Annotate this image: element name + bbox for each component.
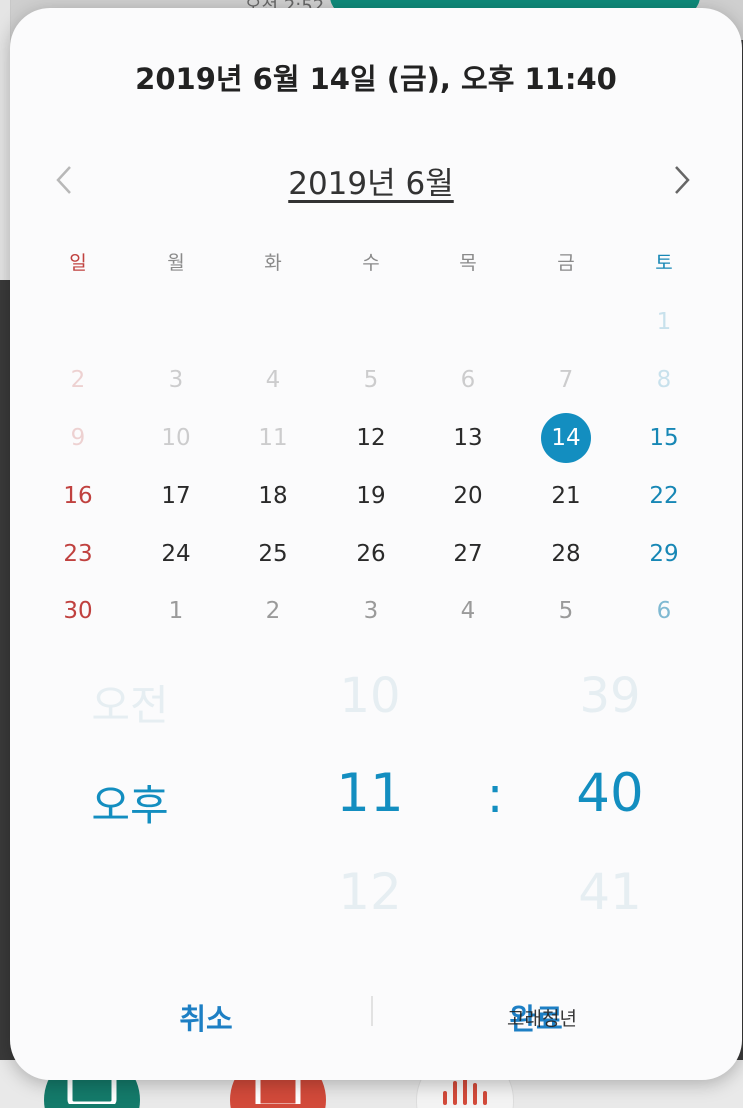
day-cell[interactable]: 2	[243, 586, 303, 636]
next-month-button[interactable]	[662, 158, 702, 202]
day-cell[interactable]: 19	[341, 471, 401, 521]
hour-option-current[interactable]: 11	[310, 763, 430, 824]
cancel-button[interactable]: 취소	[56, 996, 356, 1038]
day-cell[interactable]: 4	[438, 586, 498, 636]
day-cell[interactable]: 12	[341, 413, 401, 463]
ampm-option-current[interactable]: 오후	[60, 772, 200, 833]
day-cell[interactable]: 21	[536, 471, 596, 521]
weekday-label: 일	[69, 252, 87, 274]
day-cell[interactable]: 13	[438, 413, 498, 463]
day-cell[interactable]: 6	[634, 586, 694, 636]
day-cell[interactable]: 26	[341, 529, 401, 579]
day-cell[interactable]: 22	[634, 471, 694, 521]
day-cell[interactable]: 28	[536, 529, 596, 579]
day-cell[interactable]: 5	[536, 586, 596, 636]
day-cell: 2	[70, 367, 86, 393]
chevron-right-icon	[675, 166, 690, 194]
day-cell[interactable]: 18	[243, 471, 303, 521]
button-divider	[371, 996, 373, 1026]
selected-day-cell[interactable]: 14	[541, 413, 591, 463]
day-cell[interactable]: 27	[438, 529, 498, 579]
day-cell[interactable]: 24	[146, 529, 206, 579]
day-cell: 10	[161, 425, 191, 451]
month-year-selector[interactable]: 2019년 6월	[10, 158, 732, 203]
day-cell: 11	[258, 425, 288, 451]
day-cell[interactable]: 20	[438, 471, 498, 521]
day-cell: 6	[460, 367, 476, 393]
watermark-text: 고래청년	[507, 1008, 577, 1030]
selected-datetime-title: 2019년 6월 14일 (금), 오후 11:40	[135, 62, 617, 96]
day-cell[interactable]: 17	[146, 471, 206, 521]
date-time-picker-dialog: 2019년 6월 14일 (금), 오후 11:40 2019년 6월 일 월 화 수…	[10, 8, 742, 1080]
day-cell: 3	[168, 367, 184, 393]
day-cell[interactable]: 1	[146, 586, 206, 636]
day-cell[interactable]: 16	[48, 471, 108, 521]
hour-option-next[interactable]: 12	[310, 863, 430, 921]
weekday-label: 월	[167, 252, 185, 274]
day-cell: 4	[265, 367, 281, 393]
day-cell[interactable]: 15	[634, 413, 694, 463]
day-cell[interactable]: 29	[634, 529, 694, 579]
weekday-label: 금	[557, 252, 575, 274]
day-cell[interactable]: 3	[341, 586, 401, 636]
weekday-label: 수	[362, 252, 380, 274]
day-cell[interactable]: 30	[48, 586, 108, 636]
day-cell: 9	[70, 425, 86, 451]
day-cell: 5	[363, 367, 379, 393]
ampm-option-prev[interactable]: 오전	[60, 672, 200, 733]
weekday-label: 목	[459, 252, 477, 274]
weekday-label: 토	[655, 252, 673, 274]
day-cell[interactable]: 23	[48, 529, 108, 579]
day-cell: 8	[656, 367, 672, 393]
weekday-label: 화	[264, 252, 282, 274]
day-cell: 7	[558, 367, 574, 393]
day-cell[interactable]: 25	[243, 529, 303, 579]
day-cell: 1	[656, 309, 672, 335]
minute-option-prev[interactable]: 39	[550, 668, 670, 724]
minute-option-current[interactable]: 40	[550, 763, 670, 824]
time-separator: :	[486, 766, 504, 824]
hour-option-prev[interactable]: 10	[310, 668, 430, 724]
minute-option-next[interactable]: 41	[550, 863, 670, 921]
